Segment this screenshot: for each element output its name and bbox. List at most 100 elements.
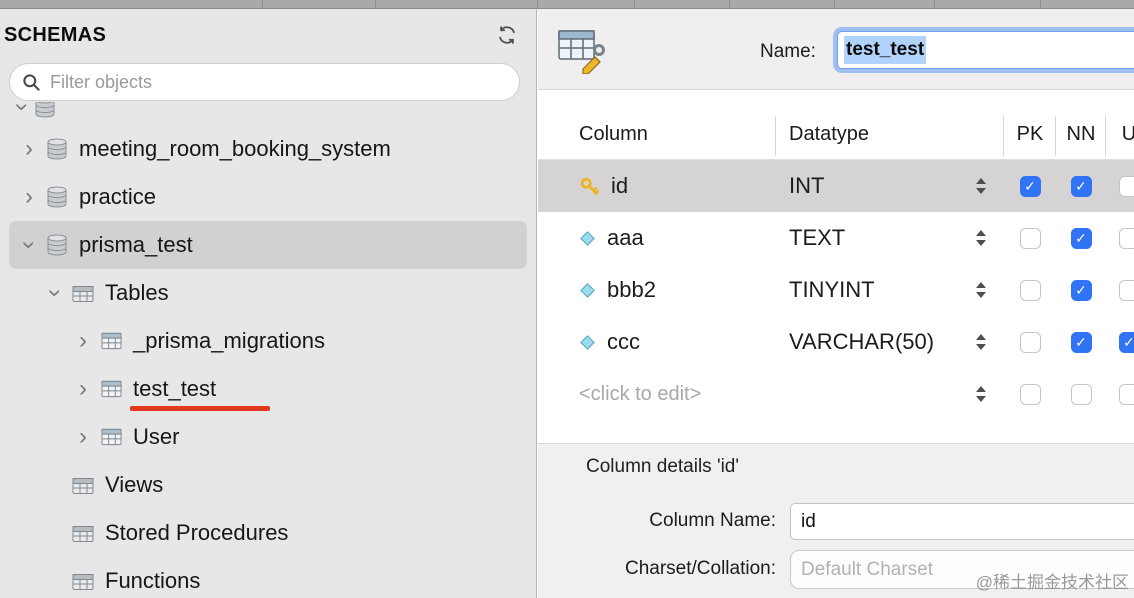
datatype-stepper[interactable] [976, 334, 986, 350]
charset-collation-label: Charset/Collation: [538, 558, 776, 580]
pk-checkbox[interactable] [1020, 280, 1041, 301]
database-icon [44, 138, 70, 160]
chevron-right-icon[interactable]: › [18, 137, 40, 161]
titlebar-divider [262, 0, 263, 9]
column-diamond-icon [579, 282, 596, 299]
click-to-edit-placeholder[interactable]: <click to edit> [579, 383, 701, 406]
uq-checkbox[interactable] [1119, 332, 1134, 353]
folder-label: Views [105, 472, 163, 498]
column-diamond-icon [579, 334, 596, 351]
column-name-label: Column Name: [538, 510, 776, 532]
column-datatype: TINYINT [789, 277, 875, 303]
table-icon [98, 379, 124, 399]
schemas-title: SCHEMAS [4, 24, 106, 47]
pk-checkbox[interactable] [1020, 176, 1041, 197]
header-nn: NN [1056, 110, 1106, 160]
database-icon [44, 186, 70, 208]
nn-checkbox[interactable] [1071, 176, 1092, 197]
header-datatype: Datatype [776, 110, 1004, 160]
table-name-label: Name: [760, 41, 816, 63]
table-icon [98, 331, 124, 351]
column-details-title: Column details 'id' [586, 456, 739, 478]
chevron-right-icon[interactable]: › [72, 425, 94, 449]
column-name-input[interactable] [790, 503, 1134, 540]
column-name: aaa [607, 225, 644, 251]
columns-grid: Column Datatype PK NN U id INT [538, 90, 1134, 443]
chevron-down-icon[interactable]: › [43, 282, 67, 304]
column-row-ccc[interactable]: ccc VARCHAR(50) [538, 316, 1134, 368]
sidebar-item-test-test[interactable]: › test_test [9, 365, 527, 413]
titlebar-divider [834, 0, 835, 9]
chevron-right-icon[interactable]: › [18, 185, 40, 209]
folder-label: Functions [105, 568, 200, 594]
table-label: User [133, 424, 179, 450]
refresh-schemas-icon[interactable] [492, 23, 522, 47]
schema-label: practice [79, 184, 156, 210]
column-datatype: INT [789, 173, 824, 199]
table-name-input[interactable]: test_test [837, 31, 1134, 69]
column-row-id[interactable]: id INT [538, 160, 1134, 212]
watermark-text: @稀土掘金技术社区 [976, 568, 1129, 593]
header-uq: U [1106, 110, 1134, 160]
column-diamond-icon [579, 230, 596, 247]
datatype-stepper[interactable] [976, 178, 986, 194]
pk-checkbox[interactable] [1020, 384, 1041, 405]
column-name: id [611, 173, 628, 199]
filter-strip [0, 56, 536, 102]
sidebar-item-practice[interactable]: › practice [9, 173, 527, 221]
chevron-right-icon[interactable]: › [72, 377, 94, 401]
uq-checkbox[interactable] [1119, 384, 1134, 405]
sidebar-item-tables[interactable]: › Tables [9, 269, 527, 317]
uq-checkbox[interactable] [1119, 280, 1134, 301]
chevron-down-icon: › [8, 103, 36, 111]
pk-checkbox[interactable] [1020, 332, 1041, 353]
titlebar-divider [934, 0, 935, 9]
sidebar-item-functions[interactable]: › Functions [9, 557, 527, 598]
column-row-new[interactable]: <click to edit> [538, 368, 1134, 420]
sidebar-item-stored-procedures[interactable]: › Stored Procedures [9, 509, 527, 557]
schemas-sidebar: SCHEMAS › › meeting_room_booking [0, 9, 537, 598]
chevron-down-icon[interactable]: › [17, 234, 41, 256]
sidebar-item-views[interactable]: › Views [9, 461, 527, 509]
editor-header: Name: test_test [538, 9, 1134, 90]
folder-label: Tables [105, 280, 169, 306]
chevron-right-icon[interactable]: › [72, 329, 94, 353]
header-column: Column [538, 110, 776, 160]
folder-label: Stored Procedures [105, 520, 288, 546]
uq-checkbox[interactable] [1119, 176, 1134, 197]
sidebar-item-meeting-room-booking-system[interactable]: › meeting_room_booking_system [9, 125, 527, 173]
functions-folder-icon [70, 571, 96, 592]
schema-tree: › meeting_room_booking_system › practice… [0, 125, 536, 598]
nn-checkbox[interactable] [1071, 280, 1092, 301]
columns-grid-header: Column Datatype PK NN U [538, 90, 1134, 160]
pk-checkbox[interactable] [1020, 228, 1041, 249]
edit-table-icon [556, 26, 606, 74]
stored-procedures-folder-icon [70, 523, 96, 544]
datatype-stepper[interactable] [976, 282, 986, 298]
datatype-stepper[interactable] [976, 386, 986, 402]
titlebar-divider [375, 0, 376, 9]
datatype-stepper[interactable] [976, 230, 986, 246]
nn-checkbox[interactable] [1071, 228, 1092, 249]
sidebar-item-user[interactable]: › User [9, 413, 527, 461]
sidebar-item-prisma-test[interactable]: › prisma_test [9, 221, 527, 269]
primary-key-icon [579, 176, 600, 197]
titlebar-divider [537, 0, 538, 9]
column-row-bbb2[interactable]: bbb2 TINYINT [538, 264, 1134, 316]
table-icon [98, 427, 124, 447]
search-icon [22, 73, 41, 92]
table-name-value: test_test [844, 36, 926, 64]
column-datatype: TEXT [789, 225, 845, 251]
schema-label: meeting_room_booking_system [79, 136, 391, 162]
sidebar-item-prisma-migrations[interactable]: › _prisma_migrations [9, 317, 527, 365]
titlebar-divider [634, 0, 635, 9]
uq-checkbox[interactable] [1119, 228, 1134, 249]
nn-checkbox[interactable] [1071, 332, 1092, 353]
header-pk: PK [1004, 110, 1056, 160]
nn-checkbox[interactable] [1071, 384, 1092, 405]
titlebar-divider [729, 0, 730, 9]
tables-folder-icon [70, 283, 96, 304]
table-label-test-test: test_test [133, 376, 216, 402]
column-row-aaa[interactable]: aaa TEXT [538, 212, 1134, 264]
filter-objects-input[interactable] [50, 72, 507, 93]
